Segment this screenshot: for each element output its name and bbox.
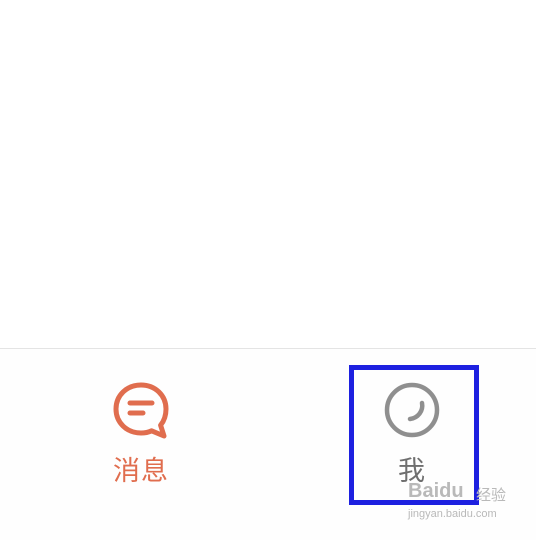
chat-bubble-icon	[113, 382, 169, 439]
watermark-text: 经验	[476, 487, 507, 504]
tab-messages[interactable]: 消息	[81, 349, 201, 499]
watermark-logo: Baidu	[408, 480, 464, 502]
tab-me[interactable]: 我	[352, 349, 472, 499]
content-area	[0, 0, 536, 348]
watermark-url: jingyan.baidu.com	[408, 508, 497, 520]
tab-messages-label: 消息	[113, 456, 169, 487]
profile-circle-icon	[384, 382, 440, 438]
baidu-jingyan-watermark: Baidu 经验 jingyan.baidu.com	[404, 478, 532, 528]
app-screen: 消息 我 Baidu 经验 jingyan.baidu.com	[0, 0, 536, 540]
